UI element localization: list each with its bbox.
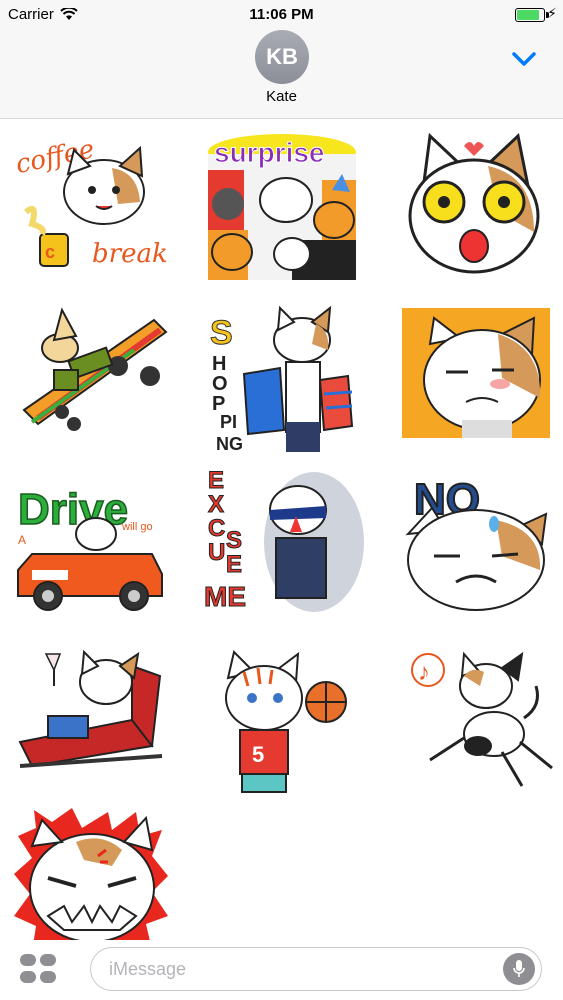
status-bar: Carrier 11:06 PM ⚡ (0, 0, 563, 28)
sticker-music-cat[interactable]: ♪ (402, 646, 562, 796)
svg-text:PI: PI (220, 412, 237, 432)
sticker-shocked-cat[interactable] (394, 132, 554, 282)
conversation-header: KB Kate (0, 28, 563, 119)
svg-text:S: S (226, 527, 242, 554)
contact-name[interactable]: Kate (0, 88, 563, 105)
sticker-drive[interactable]: Drive A will go (12, 470, 172, 620)
svg-text:S: S (210, 314, 233, 352)
charging-bolt-icon: ⚡ (547, 5, 557, 21)
sticker-shopping[interactable]: S H O P PI NG (202, 304, 362, 454)
sticker-coffee-break[interactable]: coffee c break (12, 132, 172, 282)
avatar[interactable]: KB (255, 30, 309, 84)
svg-text:U: U (208, 539, 225, 566)
svg-text:O: O (212, 373, 228, 395)
sticker-basketball[interactable]: 5 (208, 646, 368, 796)
imessage-input[interactable]: iMessage (90, 947, 542, 991)
app-drawer-icon[interactable] (20, 954, 58, 984)
message-input-bar: iMessage (0, 940, 563, 1000)
sticker-caption-b: will go (121, 521, 153, 533)
sticker-caption: 5 (252, 742, 264, 767)
sticker-caption-a: A (18, 533, 26, 547)
svg-text:C: C (208, 515, 225, 542)
battery-icon (515, 8, 549, 22)
sticker-angry-cat[interactable] (12, 806, 172, 956)
imessage-placeholder: iMessage (109, 959, 187, 979)
microphone-icon[interactable] (503, 953, 535, 985)
sticker-no[interactable]: NO (396, 470, 556, 620)
sticker-caption: ♪ (418, 659, 430, 686)
svg-text:E: E (226, 551, 242, 578)
sticker-surprise[interactable]: surprise (202, 130, 362, 280)
svg-text:ME: ME (204, 581, 246, 612)
sticker-excuse-me[interactable]: E X C U S E ME (204, 462, 364, 612)
svg-text:NG: NG (216, 434, 243, 454)
svg-text:H: H (212, 353, 226, 375)
sticker-grid: coffee c break surprise S H O P PI NG Dr… (0, 120, 563, 956)
svg-text:break: break (92, 239, 168, 269)
svg-text:E: E (208, 467, 224, 494)
sticker-lounge-cat[interactable] (12, 646, 172, 796)
sticker-caption: surprise (214, 137, 325, 168)
svg-text:c: c (45, 242, 55, 262)
chevron-down-icon[interactable] (511, 50, 537, 68)
clock: 11:06 PM (249, 6, 314, 23)
svg-text:X: X (208, 491, 224, 518)
avatar-initials: KB (266, 44, 298, 69)
sticker-skateboard[interactable] (14, 300, 174, 450)
sticker-smug-cat[interactable] (402, 308, 562, 458)
